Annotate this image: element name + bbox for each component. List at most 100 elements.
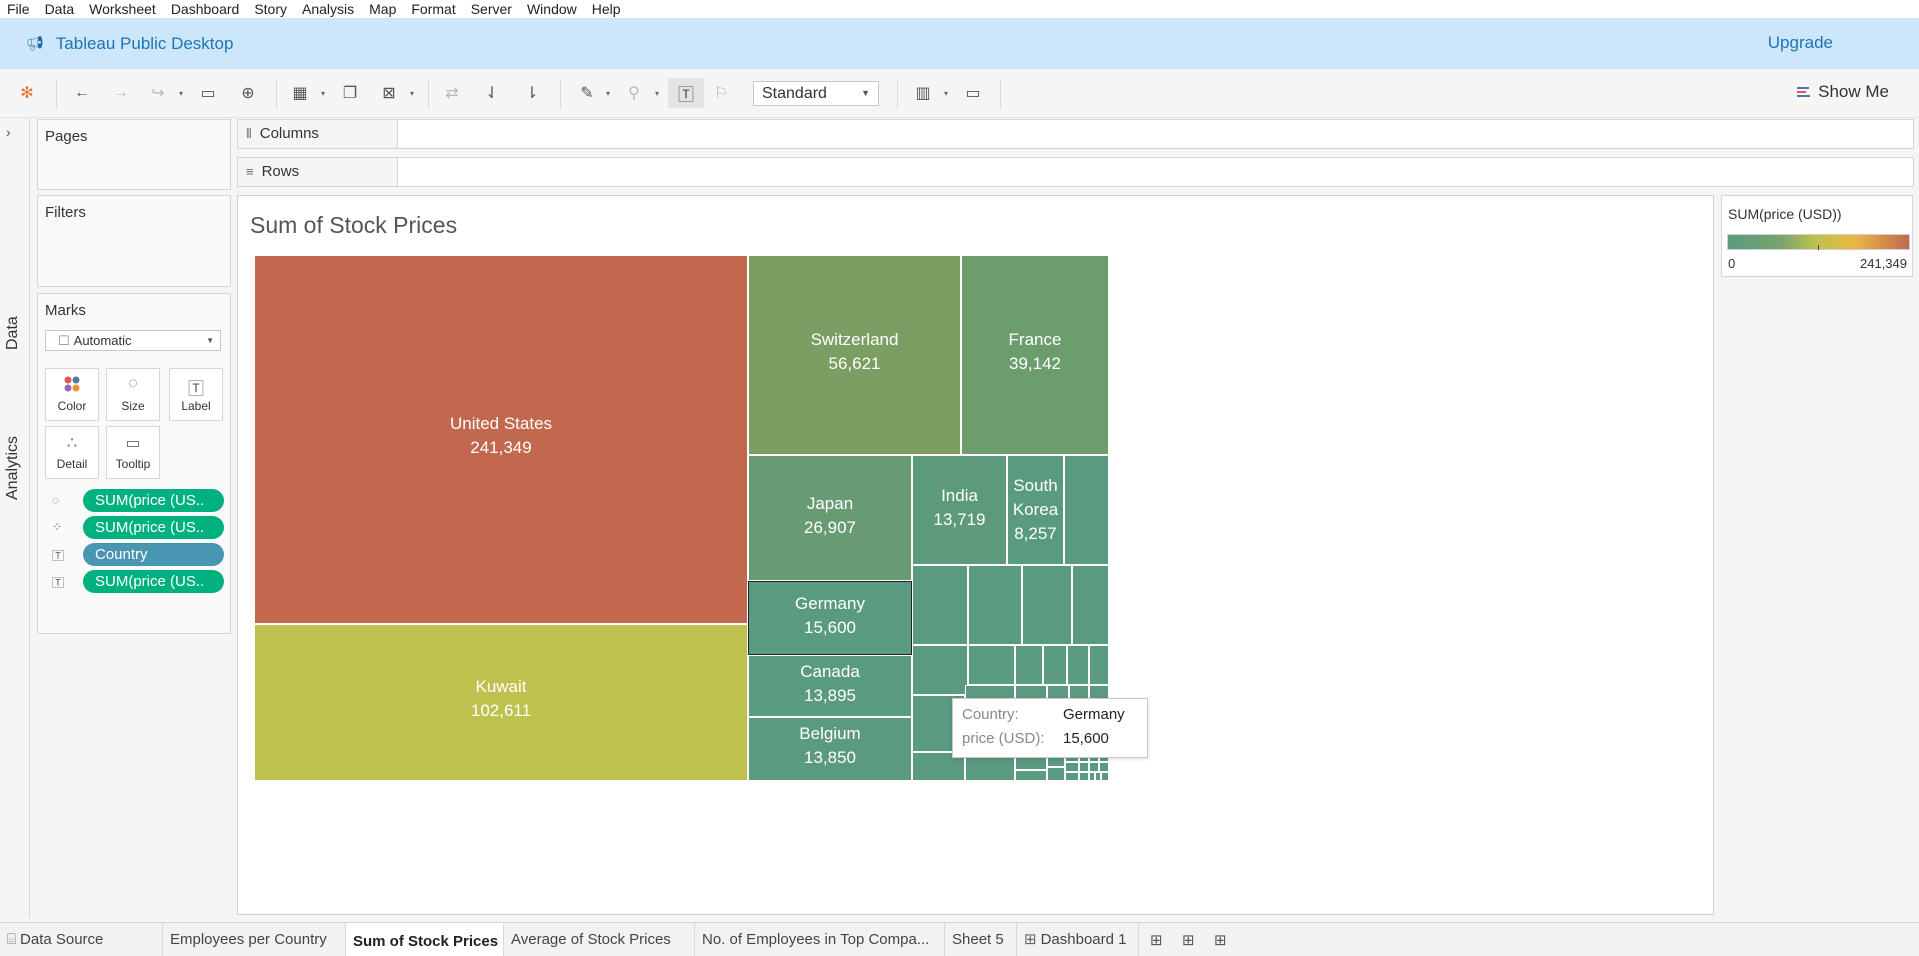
treemap-cell-switzerland[interactable]: Switzerland 56,621 (748, 255, 961, 455)
clear-sheet-caret-icon[interactable]: ▾ (410, 89, 414, 98)
menu-map[interactable]: Map (362, 1, 404, 17)
sheet-tab[interactable]: Sheet 5 (945, 923, 1017, 956)
sheet-tab[interactable]: Employees per Country (163, 923, 346, 956)
menu-server[interactable]: Server (464, 1, 520, 17)
treemap-cell-canada[interactable]: Canada 13,895 (748, 655, 912, 717)
sheet-tab[interactable]: No. of Employees in Top Compa... (695, 923, 945, 956)
color-legend[interactable]: SUM(price (USD)) 0 241,349 (1721, 195, 1913, 277)
menu-story[interactable]: Story (247, 1, 295, 17)
menu-format[interactable]: Format (404, 1, 463, 17)
treemap-cell-united-states[interactable]: United States 241,349 (254, 255, 748, 624)
group-caret-icon[interactable]: ▾ (655, 89, 659, 98)
size-card[interactable]: ◌ Size (106, 368, 160, 421)
analytics-tab[interactable]: Analytics (4, 436, 22, 500)
label-field-pill[interactable]: SUM(price (US.. (83, 570, 224, 593)
treemap-cell[interactable] (1079, 762, 1089, 772)
swap-icon[interactable]: ⇄ (440, 81, 464, 105)
country-field-pill[interactable]: Country (83, 543, 224, 566)
rows-shelf[interactable]: ≡ Rows (237, 157, 1914, 187)
pin-icon[interactable]: ⚐ (709, 81, 733, 105)
menu-worksheet[interactable]: Worksheet (82, 1, 164, 17)
tooltip-row-country: Country: Germany (962, 704, 1125, 726)
sort-ascending-icon[interactable]: ⇃ (480, 81, 504, 105)
new-dashboard-icon[interactable]: ⊞ (1182, 931, 1195, 949)
treemap-cell[interactable] (1015, 645, 1043, 685)
new-story-icon[interactable]: ⊞ (1214, 931, 1227, 949)
detail-card[interactable]: ∴ Detail (45, 426, 99, 479)
label-card[interactable]: 🅃︎ Label (169, 368, 223, 421)
treemap-cell[interactable] (1067, 645, 1089, 685)
dashboard-tab[interactable]: ⊞ Dashboard 1 (1017, 923, 1139, 956)
treemap-cell[interactable] (1015, 770, 1047, 781)
menu-dashboard[interactable]: Dashboard (164, 1, 248, 17)
menu-data[interactable]: Data (38, 1, 83, 17)
fit-select[interactable]: Standard ▼ (753, 81, 879, 106)
show-labels-icon[interactable]: 🅃︎ (668, 78, 704, 108)
treemap-cell[interactable] (1022, 565, 1072, 645)
show-cards-icon[interactable]: ▥ (911, 81, 935, 105)
treemap[interactable]: United States 241,349 Kuwait 102,611 Switz… (254, 255, 1301, 898)
treemap-cell[interactable] (912, 565, 968, 645)
group-icon[interactable]: ⚲ (622, 81, 646, 105)
treemap-cell-kuwait[interactable]: Kuwait 102,611 (254, 624, 748, 781)
treemap-cell[interactable] (1089, 645, 1109, 685)
treemap-cell[interactable] (1047, 767, 1065, 781)
treemap-cell[interactable] (1064, 455, 1109, 565)
color-card[interactable]: Color (45, 368, 99, 421)
menu-help[interactable]: Help (585, 1, 629, 17)
new-worksheet-icon[interactable]: ⊞ (1150, 931, 1163, 949)
treemap-cell[interactable] (968, 565, 1022, 645)
treemap-cell-belgium[interactable]: Belgium 13,850 (748, 717, 912, 781)
new-datasource-icon[interactable]: ⊕ (236, 81, 260, 105)
sheet-tab[interactable]: Average of Stock Prices (504, 923, 695, 956)
sheet-tab-active[interactable]: Sum of Stock Prices (346, 923, 504, 956)
menu-window[interactable]: Window (520, 1, 585, 17)
treemap-label: Canada 13,895 (800, 662, 860, 705)
highlight-icon[interactable]: ✎ (575, 81, 599, 105)
treemap-cell[interactable] (1043, 645, 1067, 685)
label-icon: 🅃︎ (52, 576, 65, 590)
treemap-cell-france[interactable]: France 39,142 (961, 255, 1109, 455)
new-worksheet-caret-icon[interactable]: ▾ (321, 89, 325, 98)
treemap-cell-germany[interactable]: Germany 15,600 (748, 581, 912, 655)
clear-sheet-icon[interactable]: ⊠ (377, 81, 401, 105)
highlight-caret-icon[interactable]: ▾ (606, 89, 610, 98)
menu-file[interactable]: File (0, 1, 38, 17)
color-field-pill[interactable]: SUM(price (US.. (83, 516, 224, 539)
new-worksheet-icon[interactable]: ▦ (288, 81, 312, 105)
size-field-pill[interactable]: SUM(price (US.. (83, 489, 224, 512)
show-me-button[interactable]: Show Me (1797, 82, 1889, 102)
data-tab[interactable]: Data (4, 316, 22, 350)
treemap-cell[interactable] (1099, 762, 1109, 772)
sort-descending-icon[interactable]: ⇂ (520, 81, 544, 105)
duplicate-sheet-icon[interactable]: ❐ (338, 81, 362, 105)
menu-analysis[interactable]: Analysis (295, 1, 362, 17)
treemap-cell-india[interactable]: India 13,719 (912, 455, 1007, 565)
treemap-cell[interactable] (912, 645, 968, 695)
columns-shelf[interactable]: ⦀ Columns (237, 119, 1914, 149)
treemap-cell[interactable] (1079, 772, 1089, 781)
chevron-right-icon[interactable]: › (6, 124, 11, 140)
upgrade-link[interactable]: Upgrade (1768, 33, 1833, 53)
save-icon[interactable]: ▭ (196, 81, 220, 105)
undo-icon[interactable]: ← (70, 81, 94, 105)
data-source-tab[interactable]: ⌸ Data Source (0, 923, 163, 956)
presentation-mode-icon[interactable]: ▭ (961, 81, 985, 105)
treemap-cell-south-korea[interactable]: South Korea 8,257 (1007, 455, 1064, 565)
size-icon: ◌ (128, 375, 138, 392)
treemap-cell[interactable] (968, 645, 1015, 685)
tooltip-card[interactable]: ▭ Tooltip (106, 426, 160, 479)
treemap-cell[interactable] (1089, 762, 1099, 772)
treemap-cell-japan[interactable]: Japan 26,907 (748, 455, 912, 581)
treemap-cell[interactable] (1065, 772, 1079, 781)
treemap-cell[interactable] (1072, 565, 1109, 645)
app-title: Tableau Public Desktop (55, 33, 234, 53)
treemap-cell[interactable] (1101, 772, 1109, 781)
mark-type-select[interactable]: ☐ Automatic ▼ (45, 330, 221, 351)
replay-caret-icon[interactable]: ▾ (179, 89, 183, 98)
tableau-logo-icon[interactable]: ✻ (15, 81, 39, 105)
treemap-cell[interactable] (1065, 762, 1079, 772)
show-cards-caret-icon[interactable]: ▾ (944, 89, 948, 98)
replay-icon[interactable]: ↪ (146, 81, 170, 105)
redo-icon[interactable]: → (109, 81, 133, 105)
